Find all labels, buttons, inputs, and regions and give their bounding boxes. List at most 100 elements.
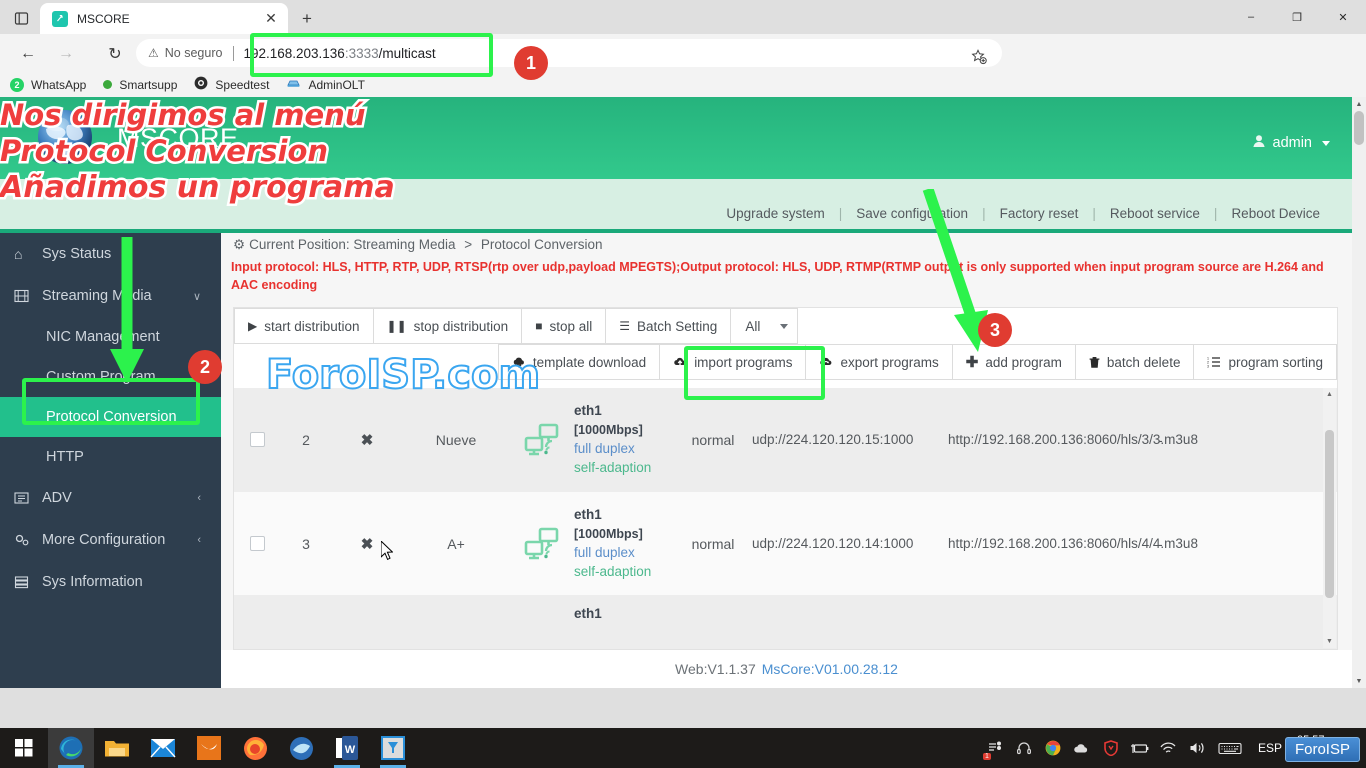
tab-title: MSCORE: [77, 12, 262, 26]
row-enabled-icon[interactable]: ✖: [332, 431, 402, 449]
bookmark-whatsapp[interactable]: 2 WhatsApp: [10, 78, 86, 92]
table-row[interactable]: eth1: [234, 596, 1337, 649]
row-select-cell[interactable]: [234, 432, 280, 447]
reload-icon[interactable]: ↻: [101, 40, 129, 68]
scroll-down-icon[interactable]: ▼: [1323, 635, 1336, 648]
breadcrumb-parent[interactable]: Streaming Media: [353, 237, 455, 252]
scroll-up-icon[interactable]: ▲: [1323, 388, 1336, 401]
button-label: stop distribution: [414, 319, 509, 334]
sidebar-item-adv[interactable]: ADV ‹: [0, 477, 221, 519]
sidebar-item-sys-information[interactable]: Sys Information: [0, 561, 221, 603]
export-programs-button[interactable]: export programs: [805, 344, 952, 380]
windows-start-icon[interactable]: [0, 728, 48, 768]
scroll-thumb[interactable]: [1325, 430, 1334, 598]
factory-reset-link[interactable]: Factory reset: [986, 206, 1093, 221]
interface-name: eth1: [574, 401, 674, 421]
sidebar-item-protocol-conversion[interactable]: Protocol Conversion: [0, 397, 221, 437]
close-window-button[interactable]: ✕: [1320, 0, 1366, 34]
upgrade-system-link[interactable]: Upgrade system: [712, 206, 838, 221]
close-icon[interactable]: ✕: [262, 10, 280, 28]
taskbar-app-edge[interactable]: [48, 728, 94, 768]
batch-setting-button[interactable]: ☰ Batch Setting: [605, 308, 731, 344]
new-tab-button[interactable]: +: [295, 7, 319, 31]
taskbar-app-word[interactable]: W: [324, 728, 370, 768]
reboot-service-link[interactable]: Reboot service: [1096, 206, 1214, 221]
bookmark-smartsupp[interactable]: Smartsupp: [103, 78, 177, 92]
table-scrollbar[interactable]: ▲ ▼: [1323, 388, 1336, 648]
taskbar-app-thunderbird[interactable]: [186, 728, 232, 768]
tab-actions-button[interactable]: [6, 5, 36, 31]
security-status[interactable]: ⚠ No seguro: [148, 46, 222, 60]
sidebar-item-nic-management[interactable]: NIC Management: [0, 317, 221, 357]
scroll-thumb[interactable]: [1354, 111, 1364, 145]
row-extra: -: [1144, 536, 1337, 552]
notifications-icon[interactable]: 1: [985, 738, 1005, 758]
taskbar-app-file-explorer[interactable]: [94, 728, 140, 768]
stop-all-button[interactable]: ■ stop all: [521, 308, 606, 344]
filter-select[interactable]: All: [730, 308, 798, 344]
batch-delete-button[interactable]: batch delete: [1075, 344, 1195, 380]
chrome-icon[interactable]: [1043, 738, 1063, 758]
home-icon: ⌂: [14, 246, 42, 262]
primary-toolbar: ▶ start distribution ❚❚ stop distributio…: [234, 308, 798, 346]
page-scrollbar[interactable]: ▲ ▼: [1352, 97, 1366, 688]
button-label: add program: [985, 355, 1062, 370]
keyboard-icon[interactable]: [1217, 738, 1243, 758]
row-select-cell[interactable]: [234, 536, 280, 551]
stop-distribution-button[interactable]: ❚❚ stop distribution: [373, 308, 523, 344]
forward-icon[interactable]: →: [52, 40, 80, 68]
row-checkbox[interactable]: [250, 536, 265, 551]
import-programs-button[interactable]: import programs: [659, 344, 806, 380]
reboot-device-link[interactable]: Reboot Device: [1217, 206, 1334, 221]
bookmark-adminolt[interactable]: AdminOLT: [286, 77, 364, 92]
sidebar-item-custom-program[interactable]: Custom Program: [0, 357, 221, 397]
antivirus-icon[interactable]: [1101, 738, 1121, 758]
add-favorite-icon[interactable]: [966, 44, 992, 70]
onedrive-icon[interactable]: [1072, 738, 1092, 758]
sidebar-item-streaming-media[interactable]: Streaming Media ∨: [0, 275, 221, 317]
back-icon[interactable]: ←: [14, 40, 42, 68]
sidebar-item-label: Sys Status: [42, 246, 111, 262]
add-program-button[interactable]: ✚ add program: [952, 344, 1076, 380]
scroll-down-icon[interactable]: ▼: [1352, 674, 1366, 688]
row-checkbox[interactable]: [250, 432, 265, 447]
divider: [233, 46, 234, 61]
taskbar-app-jdownloader[interactable]: [278, 728, 324, 768]
language-indicator[interactable]: ESP: [1252, 741, 1288, 755]
interface-adaption: self-adaption: [574, 562, 674, 582]
sidebar-item-sys-status[interactable]: ⌂ Sys Status: [0, 233, 221, 275]
table-row[interactable]: 3 ✖ A+: [234, 492, 1337, 596]
scroll-up-icon[interactable]: ▲: [1352, 97, 1366, 111]
globe-logo-icon: [34, 107, 96, 169]
maximize-button[interactable]: ❐: [1274, 0, 1320, 34]
programs-panel: ▶ start distribution ❚❚ stop distributio…: [233, 307, 1338, 650]
app-header: MSCORE admin: [0, 97, 1352, 179]
minimize-button[interactable]: –: [1228, 0, 1274, 34]
svg-text:W: W: [345, 744, 356, 756]
save-configuration-link[interactable]: Save configuration: [842, 206, 982, 221]
user-menu[interactable]: admin: [1252, 134, 1331, 152]
bookmark-speedtest[interactable]: Speedtest: [194, 76, 269, 93]
interface-duplex: full duplex: [574, 543, 674, 563]
volume-icon[interactable]: [1188, 738, 1208, 758]
sidebar-item-http[interactable]: HTTP: [0, 437, 221, 477]
taskbar-app-firefox[interactable]: [232, 728, 278, 768]
navigation-bar: ← → ↻ ⚠ No seguro 192.168.203.136:3333/m…: [0, 34, 1366, 72]
program-sorting-button[interactable]: 123 program sorting: [1193, 344, 1337, 380]
taskbar: W 1 ESP: [0, 728, 1366, 768]
table-row[interactable]: 2 ✖ Nueve: [234, 388, 1337, 492]
sidebar-item-more-configuration[interactable]: More Configuration ‹: [0, 519, 221, 561]
interface-name: eth1: [574, 505, 674, 525]
taskbar-app-mail[interactable]: [140, 728, 186, 768]
window-controls: – ❐ ✕: [1228, 0, 1366, 34]
battery-icon[interactable]: [1130, 738, 1150, 758]
utility-links: Upgrade system | Save configuration | Fa…: [712, 206, 1334, 221]
browser-tab[interactable]: MSCORE ✕: [40, 3, 288, 34]
taskbar-app-winbox[interactable]: [370, 728, 416, 768]
speedtest-icon: [194, 76, 208, 93]
headset-icon[interactable]: [1014, 738, 1034, 758]
start-distribution-button[interactable]: ▶ start distribution: [234, 308, 374, 344]
breadcrumb-prefix: Current Position:: [249, 237, 350, 252]
template-download-button[interactable]: template download: [498, 344, 660, 380]
wifi-icon[interactable]: [1159, 738, 1179, 758]
